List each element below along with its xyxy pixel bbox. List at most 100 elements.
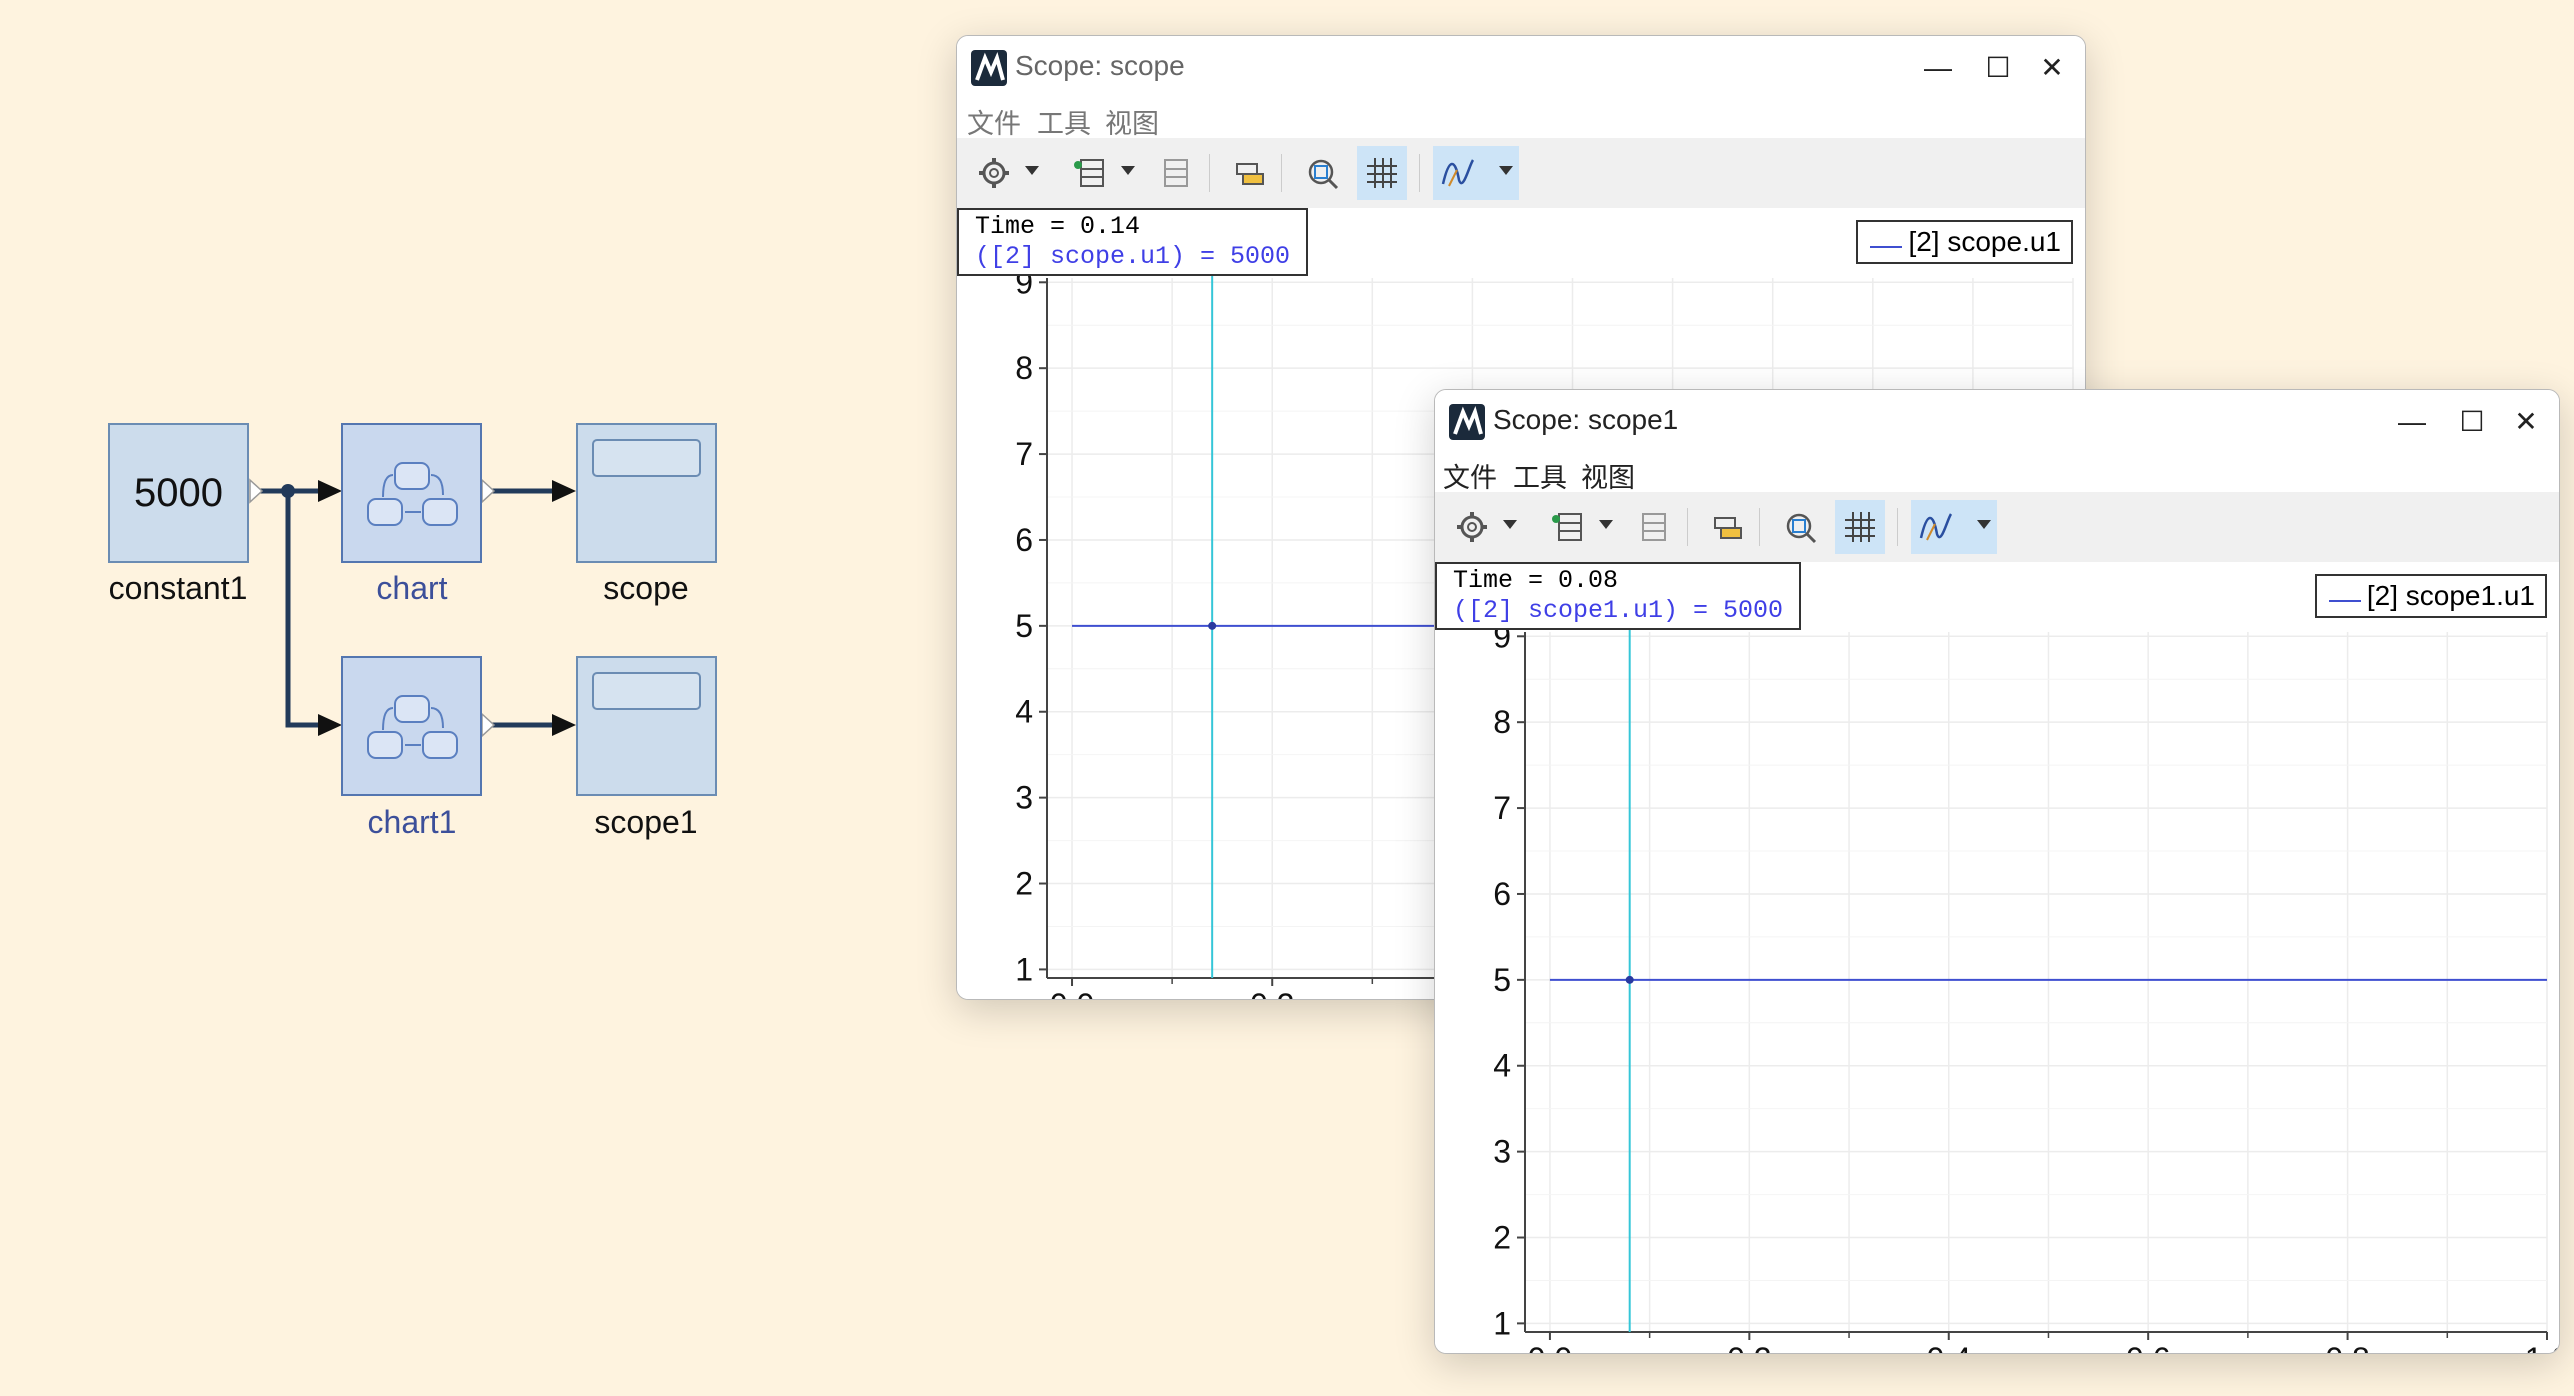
title-bar[interactable]: Scope: scope — ☐ ✕ (957, 36, 2085, 100)
x-tick-label: 0.0 (1050, 987, 1094, 999)
data-cursor-button[interactable] (1225, 146, 1275, 200)
x-tick-label: 0.8 (2325, 1341, 2369, 1353)
arrow-head (552, 714, 576, 736)
zoom-fit-icon (1308, 159, 1339, 190)
data-cursor-point (1625, 975, 1634, 984)
menu-tools[interactable]: 工具 (1513, 456, 1567, 495)
signal-select-button[interactable] (1911, 500, 1997, 554)
readout-time: Time = 0.08 (1453, 566, 1619, 595)
scope-label: scope (603, 570, 689, 606)
data-cursor-readout: Time = 0.08 ([2] scope1.u1) = 5000 (1435, 562, 1802, 630)
menu-tools[interactable]: 工具 (1037, 102, 1091, 141)
y-tick-label: 4 (1015, 694, 1033, 730)
chart-label: chart (376, 570, 448, 606)
constant-value: 5000 (134, 470, 223, 515)
chevron-down-icon[interactable] (1121, 166, 1135, 175)
y-tick-label: 1 (1015, 951, 1033, 987)
settings-button[interactable] (969, 146, 1019, 200)
readout-time: Time = 0.14 (975, 212, 1141, 241)
arrow-head (552, 480, 576, 502)
close-button[interactable]: ✕ (2029, 46, 2075, 90)
chevron-down-icon[interactable] (1025, 166, 1039, 175)
grid-toggle-button[interactable] (1835, 500, 1885, 554)
chevron-down-icon[interactable] (1503, 520, 1517, 529)
zoom-fit-button[interactable] (1775, 500, 1825, 554)
scope1-block[interactable] (576, 656, 717, 796)
y-tick-label: 8 (1493, 704, 1511, 740)
settings-button[interactable] (1447, 500, 1497, 554)
menu-view[interactable]: 视图 (1581, 456, 1635, 495)
add-subplot-icon (1074, 159, 1104, 187)
remove-subplot-icon (1164, 159, 1188, 187)
maximize-button[interactable]: ☐ (1975, 46, 2021, 90)
add-subplot-button[interactable] (1065, 146, 1115, 200)
readout-value: ([2] scope1.u1) = 5000 (1453, 596, 1784, 625)
x-tick-label: 1.0 (2525, 1341, 2559, 1353)
grid-toggle-button[interactable] (1357, 146, 1407, 200)
zoom-fit-button[interactable] (1297, 146, 1347, 200)
legend[interactable]: [2] scope1.u1 (2314, 574, 2547, 618)
port-out (481, 478, 496, 504)
signal-select-button[interactable] (1433, 146, 1519, 200)
chart1-block[interactable] (341, 656, 482, 796)
constant1-block[interactable]: 5000 (108, 423, 249, 563)
title-bar[interactable]: Scope: scope1 — ☐ ✕ (1435, 390, 2559, 454)
gear-icon (979, 158, 1009, 188)
scope-block[interactable] (576, 423, 717, 563)
menu-file[interactable]: 文件 (1443, 456, 1497, 495)
data-cursor-icon (1236, 163, 1264, 185)
x-tick-label: 0.0 (1528, 1341, 1572, 1353)
data-cursor-button[interactable] (1703, 500, 1753, 554)
close-button[interactable]: ✕ (2503, 400, 2549, 444)
minimize-button[interactable]: — (1915, 46, 1961, 90)
remove-subplot-button[interactable] (1153, 146, 1203, 200)
menu-bar: 文件 工具 视图 (1435, 454, 2559, 495)
stateflow-chart-icon (367, 695, 458, 759)
menu-file[interactable]: 文件 (967, 102, 1021, 141)
chart1-label: chart1 (367, 804, 457, 840)
chart-svg[interactable]: 1234567890.00.20.40.60.81.0 (1435, 562, 2559, 1353)
data-cursor-readout: Time = 0.14 ([2] scope.u1) = 5000 (957, 208, 1309, 276)
y-tick-label: 2 (1493, 1220, 1511, 1256)
legend-line (1870, 246, 1903, 248)
arrow-head (318, 714, 342, 736)
chart-block[interactable] (341, 423, 482, 563)
minimize-button[interactable]: — (2389, 400, 2435, 444)
arrow-head (318, 480, 342, 502)
chevron-down-icon[interactable] (1599, 520, 1613, 529)
menu-bar: 文件 工具 视图 (957, 100, 2085, 141)
y-tick-label: 7 (1015, 436, 1033, 472)
legend-label: [2] scope1.u1 (2366, 580, 2535, 611)
chevron-down-icon[interactable] (1499, 166, 1513, 175)
y-tick-label: 7 (1493, 790, 1511, 826)
y-tick-label: 6 (1015, 522, 1033, 558)
stateflow-chart-icon (367, 462, 458, 526)
y-tick-label: 6 (1493, 876, 1511, 912)
plot-area[interactable]: 1234567890.00.20.40.60.81.0 Time = 0.08 … (1435, 562, 2559, 1353)
data-cursor-point (1208, 621, 1217, 630)
maximize-button[interactable]: ☐ (2449, 400, 2495, 444)
signal-icon (1441, 159, 1475, 187)
port-out (249, 478, 264, 504)
y-tick-label: 8 (1015, 350, 1033, 386)
y-tick-label: 5 (1493, 962, 1511, 998)
grid-icon (1845, 512, 1875, 542)
scope1-window[interactable]: Scope: scope1 — ☐ ✕ 文件 工具 视图 1 2 3 4 5 6… (1434, 389, 2560, 1354)
scope-display-icon (592, 672, 701, 710)
menu-view[interactable]: 视图 (1105, 102, 1159, 141)
x-tick-label: 0.2 (1727, 1341, 1771, 1353)
y-tick-label: 5 (1015, 608, 1033, 644)
scope1-label: scope1 (594, 804, 698, 840)
add-subplot-button[interactable] (1543, 500, 1593, 554)
data-cursor-icon (1714, 517, 1742, 539)
line-constant-chart1 (285, 491, 330, 728)
y-tick-label: 3 (1015, 780, 1033, 816)
x-tick-label: 0.4 (1927, 1341, 1971, 1353)
y-tick-label: 2 (1015, 866, 1033, 902)
chevron-down-icon[interactable] (1977, 520, 1991, 529)
remove-subplot-button[interactable] (1631, 500, 1681, 554)
readout-value: ([2] scope.u1) = 5000 (975, 242, 1291, 271)
legend[interactable]: [2] scope.u1 (1856, 220, 2073, 264)
constant1-label: constant1 (108, 570, 248, 606)
app-logo-icon (1449, 404, 1485, 440)
